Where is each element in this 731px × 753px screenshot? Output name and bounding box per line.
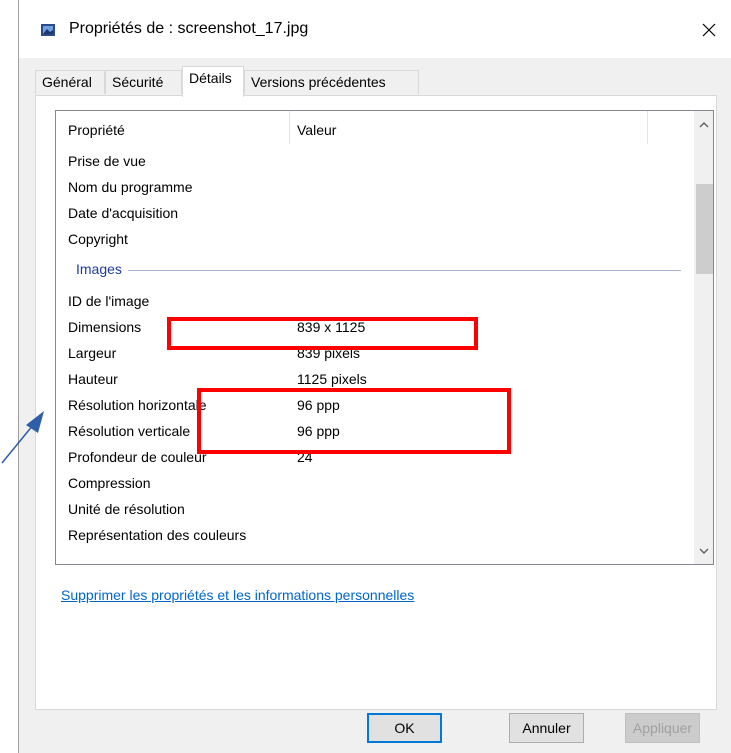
tab-previous-versions[interactable]: Versions précédentes xyxy=(244,70,419,94)
list-item[interactable]: Profondeur de couleur 24 xyxy=(56,445,694,471)
group-header-images: Images xyxy=(56,257,694,283)
list-item[interactable]: Résolution verticale 96 ppp xyxy=(56,419,694,445)
scrollbar-thumb[interactable] xyxy=(696,184,713,274)
properties-dialog: Propriétés de : screenshot_17.jpg Généra… xyxy=(18,0,731,753)
list-item[interactable]: Nom du programme xyxy=(56,175,694,201)
close-icon xyxy=(702,23,716,37)
column-header: Propriété Valeur xyxy=(56,111,694,144)
list-item[interactable]: Dimensions 839 x 1125 xyxy=(56,315,694,341)
column-divider[interactable] xyxy=(289,111,290,144)
list-item[interactable]: Date d'acquisition xyxy=(56,201,694,227)
details-panel: Propriété Valeur Prise de vue Nom du pro… xyxy=(35,95,717,710)
tab-details[interactable]: Détails xyxy=(182,66,244,97)
list-item[interactable]: Copyright xyxy=(56,227,694,253)
cancel-button[interactable]: Annuler xyxy=(509,713,584,743)
apply-button[interactable]: Appliquer xyxy=(625,713,700,743)
annotation-arrow-icon xyxy=(1,411,44,464)
chevron-down-icon xyxy=(699,548,708,554)
image-file-icon xyxy=(41,24,55,36)
window-title: Propriétés de : screenshot_17.jpg xyxy=(69,20,309,37)
close-button[interactable] xyxy=(686,10,731,50)
ok-button[interactable]: OK xyxy=(367,713,442,743)
tab-security[interactable]: Sécurité xyxy=(105,70,182,94)
list-item[interactable]: Prise de vue xyxy=(56,149,694,175)
list-item[interactable]: Compression xyxy=(56,471,694,497)
title-bar: Propriétés de : screenshot_17.jpg xyxy=(19,0,731,58)
list-item[interactable]: ID de l'image xyxy=(56,289,694,315)
remove-properties-link[interactable]: Supprimer les propriétés et les informat… xyxy=(61,587,414,603)
column-divider[interactable] xyxy=(647,111,648,144)
list-item[interactable]: Représentation des couleurs xyxy=(56,523,694,549)
tab-general[interactable]: Général xyxy=(35,70,105,94)
scroll-down-button[interactable] xyxy=(694,541,713,560)
list-item[interactable]: Largeur 839 pixels xyxy=(56,341,694,367)
column-value[interactable]: Valeur xyxy=(297,122,336,138)
properties-list[interactable]: Propriété Valeur Prise de vue Nom du pro… xyxy=(55,110,714,565)
list-item[interactable]: Hauteur 1125 pixels xyxy=(56,367,694,393)
vertical-scrollbar[interactable] xyxy=(694,111,713,564)
group-divider xyxy=(76,270,681,271)
scroll-up-button[interactable] xyxy=(694,115,713,134)
list-item[interactable]: Résolution horizontale 96 ppp xyxy=(56,393,694,419)
chevron-up-icon xyxy=(699,121,708,127)
list-item[interactable]: Unité de résolution xyxy=(56,497,694,523)
column-property[interactable]: Propriété xyxy=(68,122,125,138)
